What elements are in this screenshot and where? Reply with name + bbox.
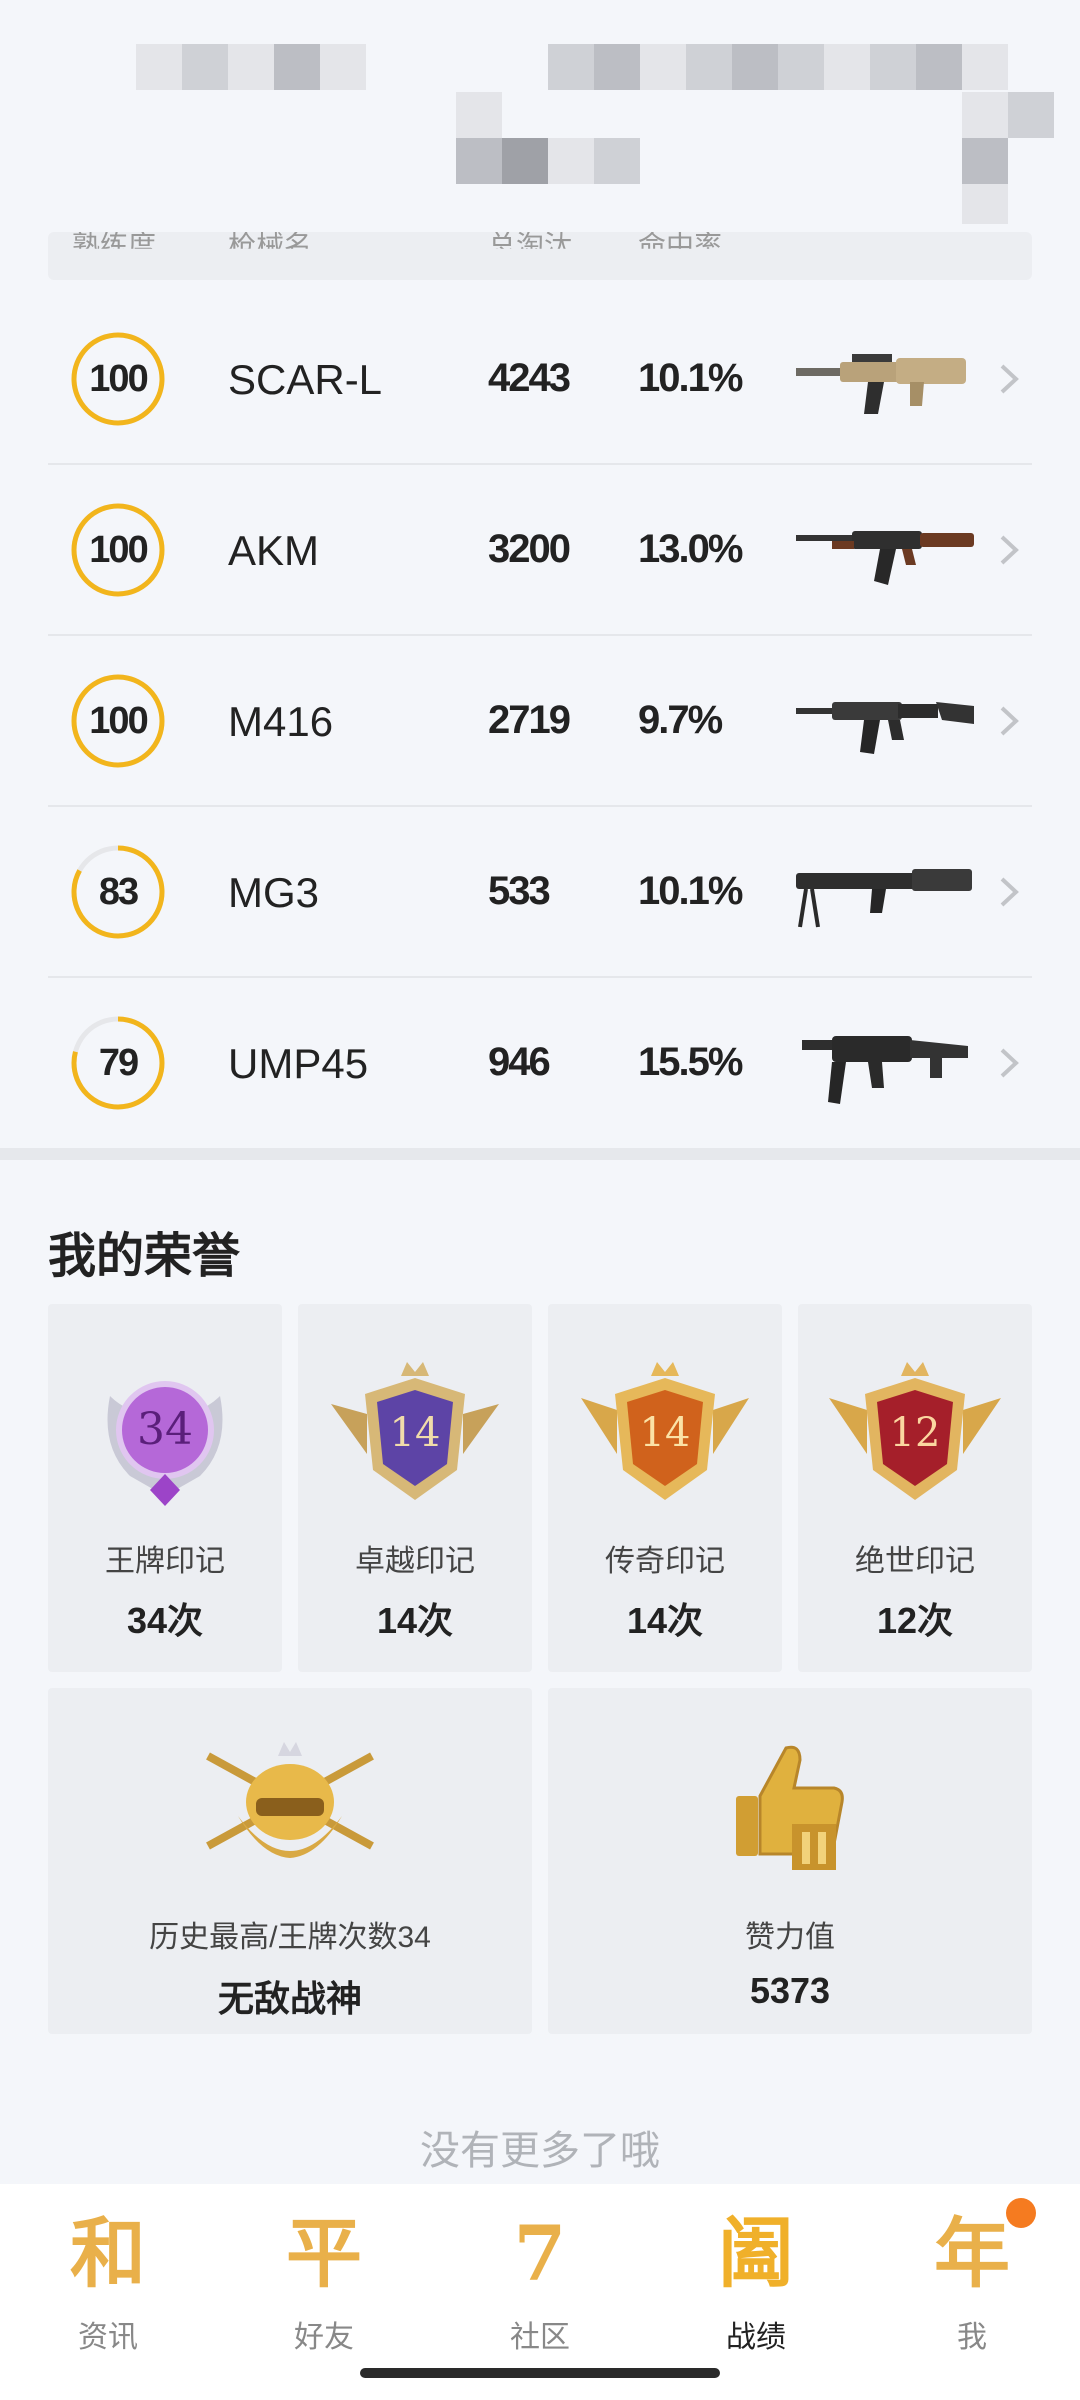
mastery-value: 79 <box>98 1041 139 1084</box>
weapon-hit-rate: 10.1% <box>638 356 743 400</box>
weapon-table-header: 熟练度 枪械名 总淘汰 命中率 <box>48 232 1032 280</box>
weapon-row[interactable]: 79 UMP45 946 15.5% <box>48 978 1032 1149</box>
header-weapon-name: 枪械名 <box>228 230 313 261</box>
community-nav-icon: 7 <box>513 2209 567 2298</box>
weapon-name: M416 <box>228 698 334 745</box>
weapon-name: AKM <box>228 527 320 574</box>
mastery-value: 100 <box>89 699 148 742</box>
ace-mark-badge-icon: 34 <box>107 1381 223 1506</box>
m416-rifle-icon <box>796 702 974 754</box>
header-hit-rate: 命中率 <box>638 230 723 261</box>
weapon-row[interactable]: 100 M416 2719 9.7% <box>48 636 1032 807</box>
weapon-row[interactable]: 100 SCAR-L 4243 10.1% <box>48 294 1032 465</box>
honor-count: 34次 <box>126 1600 204 1641</box>
likes-card[interactable]: 赞力值 5373 <box>548 1688 1032 2034</box>
weapon-name: MG3 <box>228 869 320 916</box>
honor-count: 14次 <box>626 1600 704 1641</box>
honor-label: 传奇印记 <box>605 1545 725 1578</box>
honor-label: 卓越印记 <box>355 1545 475 1578</box>
ace-badge-number: 34 <box>137 1404 193 1455</box>
nav-item-me[interactable]: 年 我 <box>892 2208 1052 2358</box>
weapon-kills: 533 <box>488 869 551 913</box>
ump45-smg-icon <box>802 1036 968 1104</box>
likes-value: 5373 <box>749 1970 831 2011</box>
nav-item-news[interactable]: 和 资讯 <box>28 2208 188 2358</box>
weapon-kills: 4243 <box>488 356 571 400</box>
highest-rank-card[interactable]: 历史最高/王牌次数34 无敌战神 <box>48 1688 532 2034</box>
honor-label: 王牌印记 <box>105 1545 225 1578</box>
news-nav-icon: 和 <box>70 2209 146 2298</box>
akm-rifle-icon <box>796 531 974 585</box>
weapon-kills: 2719 <box>488 698 571 742</box>
chevron-right-icon <box>1000 364 1019 394</box>
header-mastery: 熟练度 <box>72 230 157 261</box>
honors-title: 我的荣誉 <box>48 1230 241 1283</box>
header-total-kills: 总淘汰 <box>488 230 573 261</box>
mastery-value: 100 <box>89 357 148 400</box>
legend-mark-badge-icon: 14 <box>581 1362 749 1500</box>
invincible-war-god-badge-icon <box>206 1742 374 1858</box>
nav-label: 社区 <box>510 2321 570 2354</box>
nav-item-community[interactable]: 7 社区 <box>460 2208 620 2358</box>
legend-badge-number: 14 <box>640 1410 691 1456</box>
highest-rank-label: 历史最高/王牌次数34 <box>149 1921 431 1954</box>
nav-label: 我 <box>957 2321 987 2354</box>
notification-dot <box>1006 2198 1036 2228</box>
peerless-mark-badge-icon: 12 <box>829 1362 1001 1500</box>
mg3-machine-gun-icon <box>796 869 972 928</box>
nav-item-records[interactable]: 阖 战绩 <box>676 2208 836 2358</box>
profile-header-blurred <box>0 0 1080 240</box>
weapon-hit-rate: 13.0% <box>638 527 743 571</box>
chevron-right-icon <box>1000 877 1019 907</box>
excellent-mark-badge-icon: 14 <box>331 1362 499 1500</box>
nav-label: 资讯 <box>78 2321 138 2354</box>
honor-card-ace[interactable]: 34 王牌印记 34次 <box>48 1304 282 1672</box>
honor-count: 12次 <box>876 1600 954 1641</box>
weapon-hit-rate: 9.7% <box>638 698 723 742</box>
weapon-kills: 946 <box>488 1040 551 1084</box>
records-nav-icon: 阖 <box>718 2209 794 2298</box>
honor-count: 14次 <box>376 1600 454 1641</box>
weapon-row[interactable]: 100 AKM 3200 13.0% <box>48 465 1032 636</box>
mastery-value: 83 <box>98 870 139 913</box>
section-divider <box>0 1148 1080 1160</box>
highest-rank-value: 无敌战神 <box>217 1978 362 2019</box>
home-indicator[interactable] <box>360 2368 720 2378</box>
nav-label: 好友 <box>294 2321 354 2354</box>
honor-label: 绝世印记 <box>855 1545 975 1578</box>
nav-label: 战绩 <box>726 2321 786 2354</box>
mastery-value: 100 <box>89 528 148 571</box>
thumbs-up-icon <box>736 1745 844 1870</box>
chevron-right-icon <box>1000 706 1019 736</box>
chevron-right-icon <box>1000 1048 1019 1078</box>
no-more-text: 没有更多了哦 <box>420 2129 660 2173</box>
friends-nav-icon: 平 <box>286 2209 362 2298</box>
excellent-badge-number: 14 <box>390 1410 441 1456</box>
nav-item-friends[interactable]: 平 好友 <box>244 2208 404 2358</box>
likes-label: 赞力值 <box>745 1921 835 1954</box>
weapon-list: 100 SCAR-L 4243 10.1% 100 AKM 3200 13.0% <box>48 294 1032 1149</box>
weapon-name: SCAR-L <box>228 356 383 403</box>
honor-card-peerless[interactable]: 12 绝世印记 12次 <box>798 1304 1032 1672</box>
weapon-row[interactable]: 83 MG3 533 10.1% <box>48 807 1032 978</box>
weapon-kills: 3200 <box>488 527 571 571</box>
weapon-hit-rate: 10.1% <box>638 869 743 913</box>
chevron-right-icon <box>1000 535 1019 565</box>
honor-card-legend[interactable]: 14 传奇印记 14次 <box>548 1304 782 1672</box>
weapon-name: UMP45 <box>228 1040 369 1087</box>
peerless-badge-number: 12 <box>890 1410 941 1456</box>
scar-l-rifle-icon <box>796 354 966 414</box>
honor-card-excellent[interactable]: 14 卓越印记 14次 <box>298 1304 532 1672</box>
weapon-hit-rate: 15.5% <box>638 1040 743 1084</box>
